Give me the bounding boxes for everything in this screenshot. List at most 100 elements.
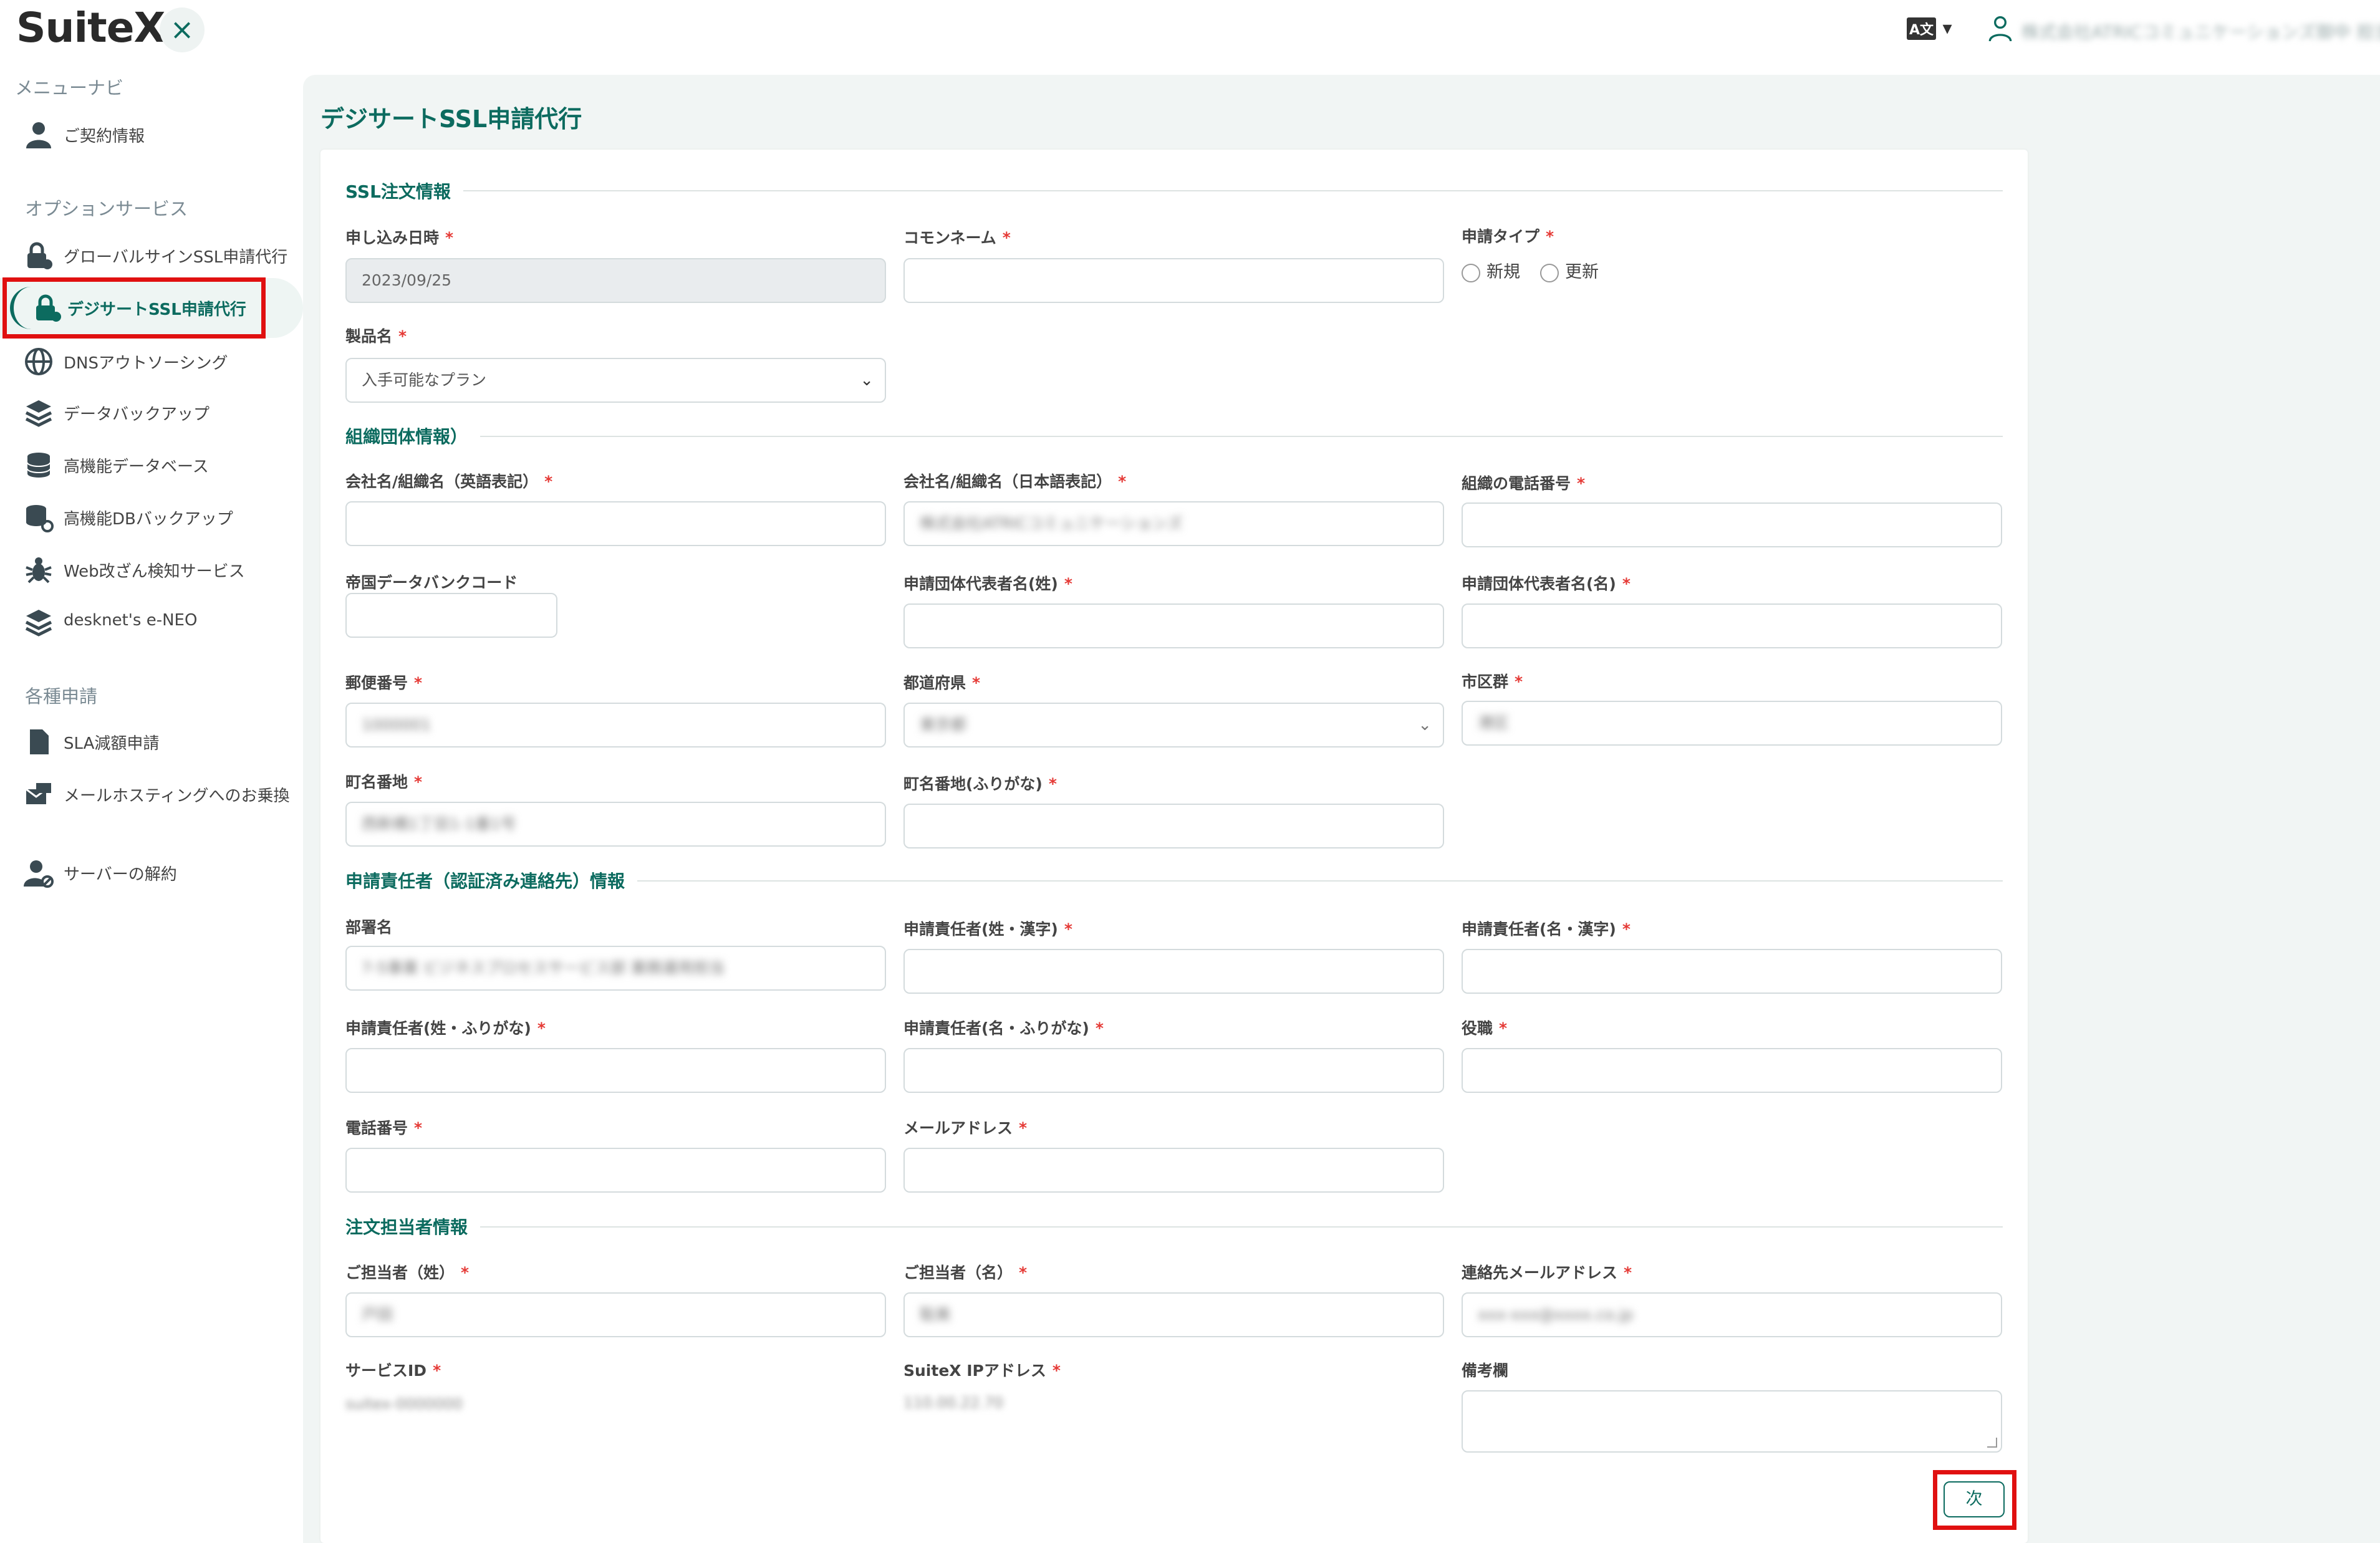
sidebar-item-label: サーバーの解約 [64,865,177,884]
applicant-last-kana-input[interactable] [345,1048,886,1093]
section-title-applicant: 申請責任者（認証済み連絡先）情報 [345,868,638,893]
dept-input[interactable]: 7-5事業 ビジネスプロセスサービス部 業務運用担当 [345,946,886,991]
mail-transfer-icon [26,783,51,804]
common-name-input[interactable] [903,258,1444,303]
rep-first-label: 申請団体代表者名(名) * [1462,575,1631,593]
applicant-last-kanji-input[interactable] [903,949,1444,994]
app-logo: SuiteX [16,4,165,52]
sidebar-item-database[interactable]: 高機能データベース [22,444,291,485]
sidebar-item-db-backup[interactable]: 高機能DBバックアップ [22,496,291,537]
apply-date-label: 申し込み日時 * [345,229,454,247]
user-remove-icon [24,860,54,888]
chevron-down-icon: ⌄ [860,371,874,390]
account-menu[interactable]: 株式会社ATRICコミュニケーションズ御中 担当 [1988,14,2380,45]
org-phone-input[interactable] [1462,502,2002,547]
sidebar-item-label: 高機能DBバックアップ [64,510,233,529]
layers-icon [25,610,52,637]
org-name-en-input[interactable] [345,501,886,546]
remarks-label: 備考欄 [1462,1362,1509,1380]
sidebar-item-label: グローバルサインSSL申請代行 [64,248,288,267]
user-icon [1988,16,2012,42]
sidebar-item-label: desknet's e-NEO [64,611,198,630]
suitex-ip-label: SuiteX IPアドレス * [903,1362,1061,1380]
top-bar: SuiteX × A文 ▾ 株式会社ATRICコミュニケーションズ御中 担当 [0,0,2380,60]
applicant-email-input[interactable] [903,1148,1444,1193]
applicant-last-kanji-label: 申請責任者(姓・漢字) * [903,920,1072,938]
section-divider [345,436,2003,437]
contact-email-label: 連絡先メールアドレス * [1462,1264,1632,1282]
applicant-phone-input[interactable] [345,1148,886,1193]
next-button[interactable]: 次 [1944,1481,2005,1517]
page-title: デジサートSSL申請代行 [320,105,582,133]
account-name: 株式会社ATRICコミュニケーションズ御中 担当 [2021,22,2380,42]
chevron-down-icon: ▾ [1942,17,1952,39]
dept-label: 部署名 [345,918,393,936]
lock-gear-icon [27,242,52,269]
street-label: 町名番地 * [345,773,423,791]
sidebar-item-data-backup[interactable]: データバックアップ [22,392,291,433]
product-label: 製品名 * [345,327,407,345]
applicant-phone-label: 電話番号 * [345,1119,423,1137]
city-input[interactable]: 港区 [1462,701,2002,746]
sidebar-item-globalsign-ssl[interactable]: グローバルサインSSL申請代行 [22,234,291,276]
resize-handle-icon[interactable] [1987,1438,1997,1448]
org-name-ja-input[interactable]: 株式会社ATRICコミュニケーションズ [903,501,1444,546]
sidebar-item-mail-transfer[interactable]: メールホスティングへのお乗換 [22,773,291,814]
service-id-label: サービスID * [345,1362,441,1380]
contact-first-input[interactable]: 聡美 [903,1292,1444,1337]
applicant-email-label: メールアドレス * [903,1119,1028,1137]
applicant-first-kanji-label: 申請責任者(名・漢字) * [1462,920,1631,938]
sidebar-item-label: 高機能データベース [64,458,209,476]
rep-first-input[interactable] [1462,603,2002,648]
sidebar-item-label: ご契約情報 [64,127,145,146]
user-icon [26,122,51,148]
tdb-code-label: 帝国データバンクコード [345,574,518,592]
close-menu-icon[interactable]: × [160,7,205,52]
sidebar-heading-menu: メニューナビ [15,77,124,99]
apply-date-field: 2023/09/25 [345,258,886,303]
job-title-input[interactable] [1462,1048,2002,1093]
product-select[interactable]: 入手可能なプラン ⌄ [345,358,886,403]
street-kana-label: 町名番地(ふりがな) * [903,775,1057,793]
bug-icon [26,557,52,584]
org-name-ja-label: 会社名/組織名（日本語表記） * [903,473,1127,491]
sidebar-item-web-tamper[interactable]: Web改ざん検知サービス [22,549,291,590]
section-title-order-contact: 注文担当者情報 [345,1214,481,1239]
sidebar-item-desknets[interactable]: desknet's e-NEO [22,601,291,642]
tdb-code-input[interactable] [345,593,557,638]
prefecture-select[interactable]: 東京都 ⌄ [903,703,1444,747]
sidebar-item-label: DNSアウトソーシング [64,354,228,373]
org-name-en-label: 会社名/組織名（英語表記） * [345,473,553,491]
sidebar-heading-options: オプションサービス [25,198,188,219]
sidebar-heading-requests: 各種申請 [25,686,98,707]
sidebar-item-contract[interactable]: ご契約情報 [22,113,291,155]
applicant-first-kana-input[interactable] [903,1048,1444,1093]
street-input[interactable]: 西新橋1丁目1-1番1号 [345,802,886,847]
contact-last-input[interactable]: 戸田 [345,1292,886,1337]
applicant-last-kana-label: 申請責任者(姓・ふりがな) * [345,1019,546,1037]
section-title-ssl: SSL注文情報 [345,178,463,203]
rep-last-input[interactable] [903,603,1444,648]
street-kana-input[interactable] [903,804,1444,848]
sidebar-item-label: SLA減額申請 [64,734,160,753]
apply-type-renew-radio[interactable]: 更新 [1540,258,1599,282]
sidebar-item-dns[interactable]: DNSアウトソーシング [22,340,291,382]
chevron-down-icon: ⌄ [1418,716,1432,734]
remarks-textarea[interactable] [1462,1390,2002,1453]
database-icon [27,453,51,478]
language-switcher[interactable]: A文 ▾ [1907,17,1952,40]
database-restore-icon [26,505,54,532]
translate-icon: A文 [1907,17,1937,40]
contact-email-input[interactable]: xxx-xxx@xxxx.co.jp [1462,1292,2002,1337]
sidebar-item-sla[interactable]: SLA減額申請 [22,721,291,762]
sidebar-item-cancel[interactable]: サーバーの解約 [22,852,291,893]
highlight-frame [2,277,266,339]
zip-input[interactable]: 1000001 [345,703,886,747]
section-divider [345,1226,2003,1228]
job-title-label: 役職 * [1462,1019,1508,1037]
applicant-first-kanji-input[interactable] [1462,949,2002,994]
contact-last-label: ご担当者（姓） * [345,1264,470,1282]
zip-label: 郵便番号 * [345,674,423,692]
suitex-ip-value: 110.00.22.70 [903,1394,1004,1411]
apply-type-new-radio[interactable]: 新規 [1462,258,1520,282]
